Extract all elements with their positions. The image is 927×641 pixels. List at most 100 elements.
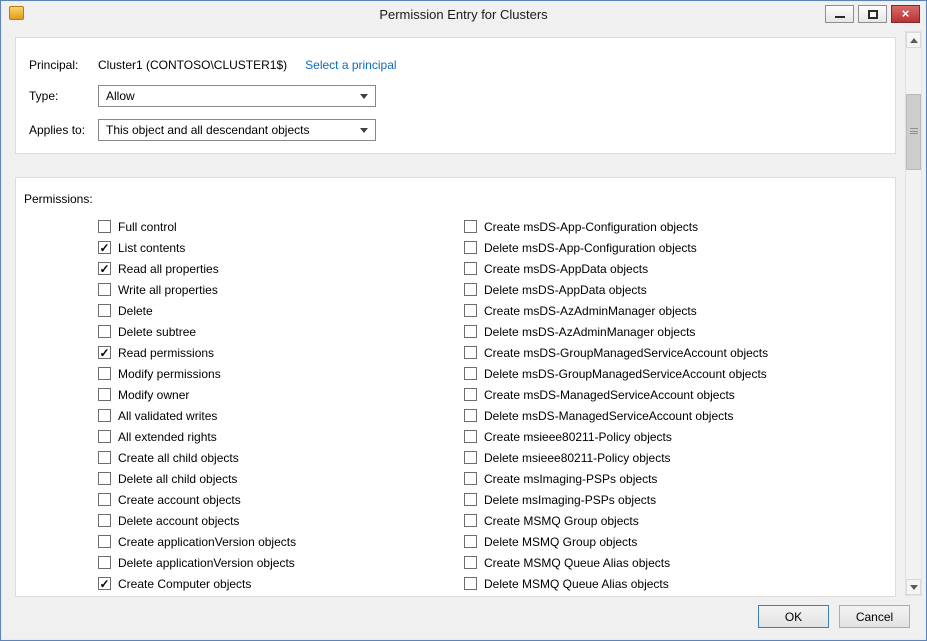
- permission-item: Write all properties: [98, 279, 296, 300]
- checkbox-unchecked-icon[interactable]: [464, 514, 477, 527]
- checkbox-unchecked-icon[interactable]: [464, 241, 477, 254]
- permission-item: Create msDS-App-Configuration objects: [464, 216, 768, 237]
- checkbox-checked-icon[interactable]: ✓: [98, 346, 111, 359]
- permissions-column-right: Create msDS-App-Configuration objects Del…: [464, 216, 768, 594]
- dialog-icon: [9, 6, 24, 20]
- checkbox-unchecked-icon[interactable]: [464, 367, 477, 380]
- scroll-down-button[interactable]: [906, 579, 921, 595]
- permission-label: Write all properties: [118, 283, 218, 297]
- checkbox-unchecked-icon[interactable]: [464, 262, 477, 275]
- close-button[interactable]: ×: [891, 5, 920, 23]
- checkbox-unchecked-icon[interactable]: [464, 388, 477, 401]
- permission-label: Create all child objects: [118, 451, 239, 465]
- permission-label: Create MSMQ Group objects: [484, 514, 639, 528]
- permission-label: Delete msDS-AppData objects: [484, 283, 647, 297]
- checkbox-unchecked-icon[interactable]: [464, 325, 477, 338]
- checkbox-unchecked-icon[interactable]: [98, 388, 111, 401]
- permission-item: Create MSMQ Queue Alias objects: [464, 552, 768, 573]
- checkbox-checked-icon[interactable]: ✓: [98, 577, 111, 590]
- permission-label: Create msieee80211-Policy objects: [484, 430, 672, 444]
- checkbox-unchecked-icon[interactable]: [464, 430, 477, 443]
- checkbox-unchecked-icon[interactable]: [464, 220, 477, 233]
- applies-to-dropdown-value: This object and all descendant objects: [106, 123, 309, 137]
- permission-label: Create MSMQ Queue Alias objects: [484, 556, 670, 570]
- scrollbar-thumb[interactable]: [906, 94, 921, 170]
- permission-item: ✓ Read all properties: [98, 258, 296, 279]
- permission-item: All extended rights: [98, 426, 296, 447]
- minimize-icon: [835, 16, 845, 18]
- applies-to-label: Applies to:: [29, 123, 98, 137]
- permission-item: Create applicationVersion objects: [98, 531, 296, 552]
- permission-item: Modify permissions: [98, 363, 296, 384]
- checkbox-unchecked-icon[interactable]: [98, 472, 111, 485]
- permission-label: Delete MSMQ Group objects: [484, 535, 637, 549]
- permission-item: Delete MSMQ Queue Alias objects: [464, 573, 768, 594]
- checkbox-unchecked-icon[interactable]: [464, 346, 477, 359]
- checkbox-unchecked-icon[interactable]: [98, 220, 111, 233]
- checkbox-unchecked-icon[interactable]: [98, 325, 111, 338]
- scroll-up-button[interactable]: [906, 32, 921, 48]
- checkbox-unchecked-icon[interactable]: [98, 451, 111, 464]
- permission-label: Delete: [118, 304, 153, 318]
- type-row: Type: Allow: [29, 85, 376, 107]
- checkbox-unchecked-icon[interactable]: [464, 451, 477, 464]
- permission-label: Full control: [118, 220, 177, 234]
- permission-label: Delete msDS-GroupManagedServiceAccount o…: [484, 367, 767, 381]
- checkbox-unchecked-icon[interactable]: [98, 430, 111, 443]
- checkbox-unchecked-icon[interactable]: [98, 409, 111, 422]
- permission-item: Delete account objects: [98, 510, 296, 531]
- checkbox-unchecked-icon[interactable]: [464, 556, 477, 569]
- permission-label: Delete subtree: [118, 325, 196, 339]
- checkbox-unchecked-icon[interactable]: [98, 304, 111, 317]
- vertical-scrollbar[interactable]: [905, 31, 922, 596]
- permissions-column-left: Full control ✓ List contents ✓ Read all prop…: [98, 216, 296, 594]
- permission-label: Delete msieee80211-Policy objects: [484, 451, 671, 465]
- permission-item: Create msDS-AppData objects: [464, 258, 768, 279]
- checkbox-unchecked-icon[interactable]: [464, 472, 477, 485]
- type-dropdown-value: Allow: [106, 89, 135, 103]
- permission-label: Create account objects: [118, 493, 241, 507]
- permission-label: Read all properties: [118, 262, 219, 276]
- permission-item: Delete applicationVersion objects: [98, 552, 296, 573]
- ok-button[interactable]: OK: [758, 605, 829, 628]
- permission-label: Create applicationVersion objects: [118, 535, 296, 549]
- permission-item: Delete msDS-AppData objects: [464, 279, 768, 300]
- permission-label: Create msDS-AppData objects: [484, 262, 648, 276]
- checkbox-unchecked-icon[interactable]: [464, 304, 477, 317]
- close-icon: ×: [902, 6, 910, 21]
- checkbox-checked-icon[interactable]: ✓: [98, 241, 111, 254]
- minimize-button[interactable]: [825, 5, 854, 23]
- titlebar[interactable]: Permission Entry for Clusters ×: [1, 1, 926, 27]
- checkbox-unchecked-icon[interactable]: [98, 514, 111, 527]
- checkbox-unchecked-icon[interactable]: [464, 577, 477, 590]
- checkbox-unchecked-icon[interactable]: [98, 367, 111, 380]
- permission-label: Delete applicationVersion objects: [118, 556, 295, 570]
- principal-row: Principal: Cluster1 (CONTOSO\CLUSTER1$) …: [29, 58, 397, 72]
- checkbox-unchecked-icon[interactable]: [98, 283, 111, 296]
- permission-label: Delete msDS-App-Configuration objects: [484, 241, 697, 255]
- chevron-down-icon: [360, 128, 368, 133]
- checkbox-unchecked-icon[interactable]: [464, 409, 477, 422]
- cancel-button[interactable]: Cancel: [839, 605, 910, 628]
- applies-to-dropdown[interactable]: This object and all descendant objects: [98, 119, 376, 141]
- permission-item: Delete msieee80211-Policy objects: [464, 447, 768, 468]
- select-principal-link[interactable]: Select a principal: [305, 58, 396, 72]
- permission-label: Create msDS-ManagedServiceAccount object…: [484, 388, 735, 402]
- checkbox-unchecked-icon[interactable]: [464, 283, 477, 296]
- permission-label: Create msDS-GroupManagedServiceAccount o…: [484, 346, 768, 360]
- checkbox-checked-icon[interactable]: ✓: [98, 262, 111, 275]
- applies-to-row: Applies to: This object and all descenda…: [29, 119, 376, 141]
- checkbox-unchecked-icon[interactable]: [98, 493, 111, 506]
- checkbox-unchecked-icon[interactable]: [464, 493, 477, 506]
- checkbox-unchecked-icon[interactable]: [464, 535, 477, 548]
- arrow-down-icon: [910, 585, 918, 590]
- permission-item: Create msDS-AzAdminManager objects: [464, 300, 768, 321]
- checkbox-unchecked-icon[interactable]: [98, 535, 111, 548]
- permission-label: List contents: [118, 241, 185, 255]
- window-controls: ×: [825, 5, 920, 23]
- type-dropdown[interactable]: Allow: [98, 85, 376, 107]
- checkbox-unchecked-icon[interactable]: [98, 556, 111, 569]
- permissions-panel: Permissions: Full control ✓ List contents ✓…: [15, 177, 896, 597]
- maximize-button[interactable]: [858, 5, 887, 23]
- permissions-label: Permissions:: [24, 192, 93, 206]
